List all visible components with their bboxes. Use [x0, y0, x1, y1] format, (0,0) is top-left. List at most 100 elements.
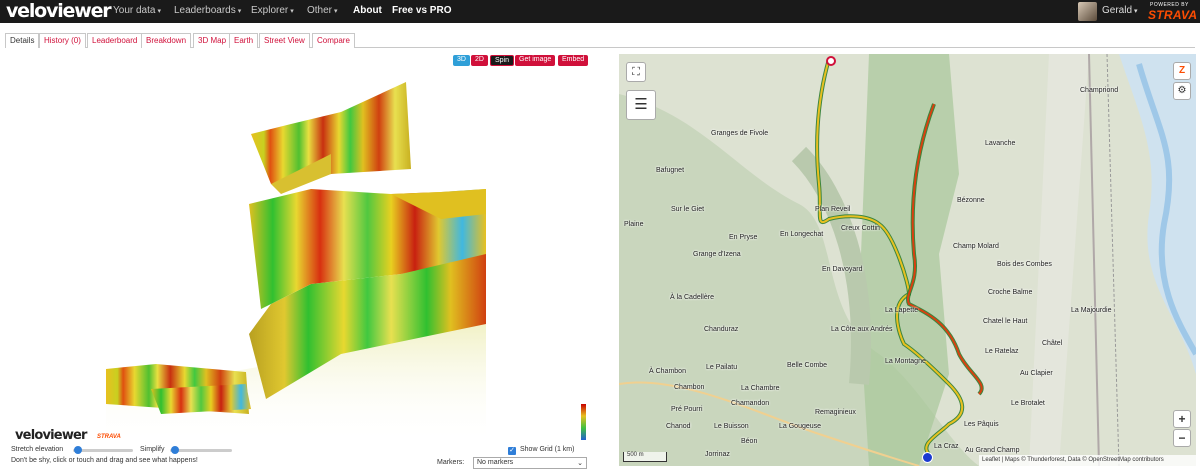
map-label: Chatel le Haut	[983, 318, 1028, 325]
tab-street-view[interactable]: Street View	[259, 33, 310, 48]
map-label: Au Clapier	[1020, 370, 1053, 377]
map-label: Plaine	[624, 221, 644, 228]
user-menu[interactable]: Gerald ▾	[1102, 5, 1138, 16]
start-marker-icon[interactable]	[922, 452, 933, 463]
embed-button[interactable]: Embed	[558, 55, 589, 66]
gradient-legend-bar	[581, 404, 586, 440]
map-label: Belle Combe	[787, 362, 828, 369]
map-label: Bafugnet	[656, 167, 685, 174]
map-label: Lavanche	[985, 140, 1016, 147]
nav-your-data[interactable]: Your data ▾	[113, 5, 161, 16]
stretch-elevation-label: Stretch elevation	[11, 446, 64, 453]
3d-elevation-viewer[interactable]: veloviewer STRAVA	[11, 54, 588, 444]
spin-button[interactable]: Spin	[490, 55, 515, 66]
zoom-out-button[interactable]: −	[1173, 429, 1191, 447]
chevron-down-icon: ⌄	[577, 460, 583, 467]
tab-history[interactable]: History (0)	[39, 33, 86, 48]
watermark-strava: STRAVA	[97, 434, 121, 440]
nav-explorer[interactable]: Explorer ▾	[251, 5, 294, 16]
map-label: Champ Molard	[953, 243, 999, 250]
map-label: Le Ratelaz	[985, 348, 1019, 355]
top-navbar: veloviewer Your data ▾ Leaderboards ▾ Expl…	[0, 0, 1200, 23]
watermark-logo: veloviewer	[15, 428, 87, 443]
fullscreen-icon[interactable]: ⛶	[626, 62, 646, 82]
map-label: La Craz	[934, 443, 959, 450]
nav-about[interactable]: About	[353, 5, 382, 16]
simplify-label: Simplify	[140, 446, 165, 453]
map-label: Champriond	[1080, 87, 1119, 94]
viewer-hint: Don't be shy, click or touch and drag an…	[11, 457, 198, 464]
map-label: Le Brotalet	[1011, 400, 1045, 407]
map-label: Croche Balme	[988, 289, 1033, 296]
map-label: Pré Pourri	[671, 406, 703, 413]
map-label: Plan Reveil	[815, 206, 851, 213]
map-label: Jorrinaz	[705, 451, 730, 458]
stretch-elevation-handle[interactable]	[74, 446, 82, 454]
finish-flag-icon[interactable]	[826, 56, 836, 66]
map-label: La Majourdie	[1071, 307, 1112, 314]
show-grid-label: Show Grid (1 km)	[520, 446, 575, 453]
nav-leaderboards[interactable]: Leaderboards ▾	[174, 5, 241, 16]
map-label: Le Pailatu	[706, 364, 738, 371]
map-label: À Chambon	[649, 368, 686, 375]
map-label: La Chambre	[741, 385, 780, 392]
map-label: En Longechat	[780, 231, 824, 238]
tab-leaderboard[interactable]: Leaderboard	[87, 33, 143, 48]
profile-wall-segment	[151, 384, 251, 414]
tab-breakdown[interactable]: Breakdown	[141, 33, 192, 48]
map-label: La Gougeuse	[779, 423, 822, 430]
map-label: Chanod	[666, 423, 691, 430]
map-label: En Pryse	[729, 234, 758, 241]
get-image-button[interactable]: Get image	[515, 55, 556, 66]
map-label: Grange d'Izena	[693, 251, 741, 258]
zoom-in-button[interactable]: +	[1173, 410, 1191, 428]
caret-down-icon: ▾	[157, 8, 161, 15]
map-label: Remaginieux	[815, 409, 856, 416]
map-label: Granges de Fivole	[711, 130, 769, 137]
nav-other[interactable]: Other ▾	[307, 5, 338, 16]
layers-icon[interactable]: ☰	[626, 90, 656, 120]
map-label: Chambon	[674, 384, 705, 391]
caret-down-icon: ▾	[237, 8, 242, 15]
3d-elevation-profile[interactable]	[11, 54, 588, 444]
map-label: À la Cadellère	[670, 294, 714, 301]
show-grid-checkbox[interactable]: ✓	[508, 447, 516, 455]
map-label: Chanduraz	[704, 326, 739, 333]
map-label: Bézonne	[957, 197, 985, 204]
map-label: Châtel	[1042, 340, 1063, 347]
nav-free-vs-pro[interactable]: Free vs PRO	[392, 5, 451, 16]
map-label: Chamandon	[731, 400, 770, 407]
view-2d-button[interactable]: 2D	[471, 55, 488, 66]
map-label: Béon	[741, 438, 758, 445]
map-label: Sur le Giet	[671, 206, 705, 213]
user-avatar[interactable]	[1078, 2, 1097, 21]
markers-label: Markers:	[437, 459, 465, 466]
map-label: La Côte aux Andrés	[831, 326, 893, 333]
map-label: Le Buisson	[714, 423, 749, 430]
caret-down-icon: ▾	[1134, 8, 1138, 15]
map-label: Creux Cottin	[841, 225, 880, 232]
map-attribution[interactable]: Leaflet | Maps © Thunderforest, Data © O…	[979, 455, 1196, 466]
map-label: La Montagne	[885, 358, 926, 365]
map-label: En Davoyard	[822, 266, 863, 273]
map-terrain	[619, 54, 1196, 466]
caret-down-icon: ▾	[334, 8, 338, 15]
strava-heatmap-icon[interactable]: Z	[1173, 62, 1191, 80]
veloviewer-logo[interactable]: veloviewer	[6, 1, 112, 21]
map-label: Au Grand Champ	[965, 447, 1020, 454]
strava-logo[interactable]: STRAVA	[1148, 8, 1197, 22]
stretch-elevation-slider[interactable]	[73, 449, 133, 452]
map-label: Les Pâquis	[964, 421, 999, 428]
simplify-handle[interactable]	[171, 446, 179, 454]
tab-details[interactable]: Details	[5, 33, 40, 48]
tab-3d-map[interactable]: 3D Map	[193, 33, 232, 48]
view-3d-button[interactable]: 3D	[453, 55, 470, 66]
tab-earth[interactable]: Earth	[229, 33, 259, 48]
simplify-slider[interactable]	[170, 449, 232, 452]
map-label: La Lapette	[885, 307, 919, 314]
map-label: Bois des Combes	[997, 261, 1052, 268]
markers-select[interactable]: No markers ⌄	[473, 457, 587, 469]
settings-gear-icon[interactable]: ⚙	[1173, 82, 1191, 100]
tab-compare[interactable]: Compare	[312, 33, 355, 48]
route-map[interactable]: Champriond Granges de Fivole Lavanche Ba…	[619, 54, 1196, 466]
